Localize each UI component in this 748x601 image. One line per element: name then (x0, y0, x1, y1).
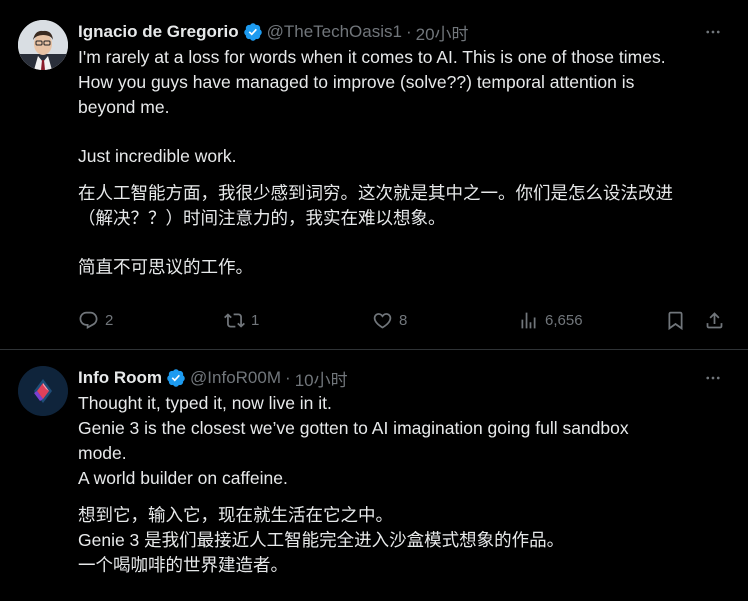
tweet[interactable]: Ignacio de Gregorio @TheTechOasis1 · 20小… (0, 0, 748, 350)
author-name[interactable]: Ignacio de Gregorio (78, 22, 239, 42)
text-line: 在人工智能方面，我很少感到词穷。这次就是其中之一。你们是怎么设法改进 (78, 183, 673, 203)
reply-icon (79, 311, 98, 329)
tweet-header: Ignacio de Gregorio @TheTechOasis1 · 20小… (78, 19, 726, 45)
text-line: beyond me. (78, 97, 170, 117)
text-line: How you guys have managed to improve (so… (78, 72, 635, 92)
text-line: I'm rarely at a loss for words when it c… (78, 47, 666, 67)
author-name[interactable]: Info Room (78, 368, 162, 388)
avatar-image (18, 20, 68, 70)
bookmark-icon (668, 311, 683, 331)
text-line: A world builder on caffeine. (78, 468, 288, 488)
views-button[interactable]: 6,656 (518, 310, 583, 331)
timestamp[interactable]: 10小时 (295, 366, 348, 391)
tweet-content: Info Room @InfoR00M · 10小时 Thought it, t… (78, 365, 726, 578)
verified-badge-icon (243, 23, 262, 41)
tweet-text: I'm rarely at a loss for words when it c… (78, 45, 726, 280)
timestamp[interactable]: 20小时 (416, 20, 469, 45)
avatar[interactable] (18, 366, 68, 416)
share-icon (706, 312, 723, 329)
retweet-icon (224, 313, 245, 328)
reply-count: 2 (105, 312, 114, 329)
like-button[interactable]: 8 (372, 310, 407, 331)
retweet-count: 1 (251, 312, 260, 329)
avatar-image (18, 366, 68, 416)
avatar[interactable] (18, 20, 68, 70)
text-line: mode. (78, 443, 127, 463)
bookmark-button[interactable] (665, 310, 686, 331)
text-line: Just incredible work. (78, 146, 237, 166)
author-handle[interactable]: @TheTechOasis1 (267, 22, 402, 42)
like-icon (373, 313, 392, 329)
text-line: （解决？？）时间注意力的，我实在难以想象。 (78, 208, 446, 228)
tweet[interactable]: Info Room @InfoR00M · 10小时 Thought it, t… (0, 350, 748, 601)
separator: · (285, 368, 291, 387)
tweet-header: Info Room @InfoR00M · 10小时 (78, 365, 726, 391)
tweet-text: Thought it, typed it, now live in it. Ge… (78, 391, 726, 578)
text-line: 想到它，输入它，现在就生活在它之中。 (78, 505, 393, 525)
retweet-button[interactable]: 1 (224, 310, 259, 331)
share-button[interactable] (704, 310, 725, 331)
more-icon (706, 30, 720, 34)
more-button[interactable] (700, 365, 726, 391)
author-handle[interactable]: @InfoR00M (190, 368, 281, 388)
like-count: 8 (399, 312, 408, 329)
verified-badge-icon (167, 369, 185, 387)
views-count: 6,656 (545, 312, 583, 329)
text-line: Genie 3 is the closest we’ve gotten to A… (78, 418, 629, 438)
text-line: 一个喝咖啡的世界建造者。 (78, 555, 288, 575)
text-line: Genie 3 是我们最接近人工智能完全进入沙盒模式想象的作品。 (78, 530, 565, 550)
text-line: 简直不可思议的工作。 (78, 257, 253, 277)
action-bar: 2 1 8 6,656 (78, 310, 726, 336)
more-icon (706, 376, 720, 380)
more-button[interactable] (700, 19, 726, 45)
separator: · (405, 22, 412, 41)
reply-button[interactable]: 2 (78, 310, 113, 331)
text-line: Thought it, typed it, now live in it. (78, 393, 332, 413)
tweet-content: Ignacio de Gregorio @TheTechOasis1 · 20小… (78, 19, 726, 280)
views-icon (521, 312, 536, 329)
